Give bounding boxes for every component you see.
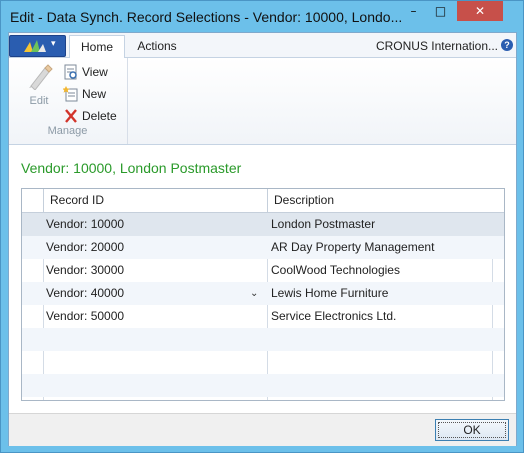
column-header-record-id[interactable]: Record ID — [43, 189, 267, 212]
chevron-down-icon: ▾ — [51, 39, 56, 49]
record-id-cell[interactable]: Vendor: 10000 — [44, 213, 246, 236]
close-button[interactable]: ✕ — [457, 1, 503, 21]
edit-button-label: Edit — [29, 95, 49, 107]
description-cell[interactable]: Lewis Home Furniture — [269, 282, 491, 305]
page-title: Vendor: 10000, London Postmaster — [21, 160, 242, 176]
description-cell[interactable]: CoolWood Technologies — [269, 259, 491, 282]
description-cell[interactable]: London Postmaster — [269, 213, 491, 236]
delete-x-icon — [65, 109, 77, 123]
record-grid: Record ID Description Vendor: 10000 Lond… — [21, 188, 505, 401]
column-header-description[interactable]: Description — [267, 189, 492, 212]
record-id-cell[interactable]: Vendor: 30000 — [44, 259, 246, 282]
empty-row[interactable] — [22, 374, 504, 397]
view-button-label: View — [82, 65, 108, 79]
minimize-button[interactable]: – — [400, 1, 427, 21]
tab-actions[interactable]: Actions — [127, 35, 187, 57]
ribbon-group-label: Manage — [47, 125, 88, 137]
empty-row[interactable] — [22, 328, 504, 351]
maximize-button[interactable]: □ — [427, 1, 454, 21]
tab-home[interactable]: Home — [69, 35, 125, 59]
table-row[interactable]: Vendor: 30000 CoolWood Technologies — [22, 259, 504, 282]
window-title: Edit - Data Synch. Record Selections - V… — [10, 9, 403, 25]
help-icon[interactable]: ? — [501, 39, 513, 51]
application-menu-button[interactable]: ▾ — [9, 35, 66, 57]
delete-button-label: Delete — [82, 109, 117, 123]
new-document-icon — [63, 86, 78, 102]
empty-row[interactable] — [22, 351, 504, 374]
dialog-window: Edit - Data Synch. Record Selections - V… — [0, 0, 524, 453]
dynamics-logo-icon — [24, 40, 46, 52]
dialog-footer: OK — [9, 413, 516, 446]
record-id-cell[interactable]: Vendor: 50000 — [44, 305, 246, 328]
description-cell[interactable]: Service Electronics Ltd. — [269, 305, 491, 328]
company-name-link[interactable]: CRONUS Internation... — [376, 35, 498, 57]
description-cell[interactable]: AR Day Property Management — [269, 236, 491, 259]
table-row[interactable]: Vendor: 40000 ⌄ Lewis Home Furniture — [22, 282, 504, 305]
record-id-cell[interactable]: Vendor: 40000 — [44, 282, 246, 305]
dropdown-arrow-icon[interactable]: ⌄ — [250, 282, 258, 305]
ribbon-panel: Edit View New Delete Manage — [9, 58, 516, 145]
view-icon — [64, 64, 77, 80]
edit-button[interactable]: Edit — [21, 62, 57, 110]
pencil-icon — [29, 64, 53, 90]
ribbon-tab-strip: ▾ Home Actions CRONUS Internation... ? — [9, 33, 516, 59]
title-bar[interactable]: Edit - Data Synch. Record Selections - V… — [1, 1, 523, 32]
table-row[interactable]: Vendor: 50000 Service Electronics Ltd. — [22, 305, 504, 328]
dialog-client-area: ▾ Home Actions CRONUS Internation... ? E… — [8, 32, 517, 446]
ribbon-group-manage: Edit View New Delete Manage — [9, 58, 128, 144]
record-id-cell[interactable]: Vendor: 20000 — [44, 236, 246, 259]
ok-button[interactable]: OK — [435, 419, 509, 441]
table-row[interactable]: Vendor: 20000 AR Day Property Management — [22, 236, 504, 259]
table-row[interactable]: Vendor: 10000 London Postmaster — [22, 213, 504, 236]
new-button-label: New — [82, 87, 107, 101]
focus-outline — [438, 422, 506, 438]
grid-header: Record ID Description — [22, 189, 504, 213]
